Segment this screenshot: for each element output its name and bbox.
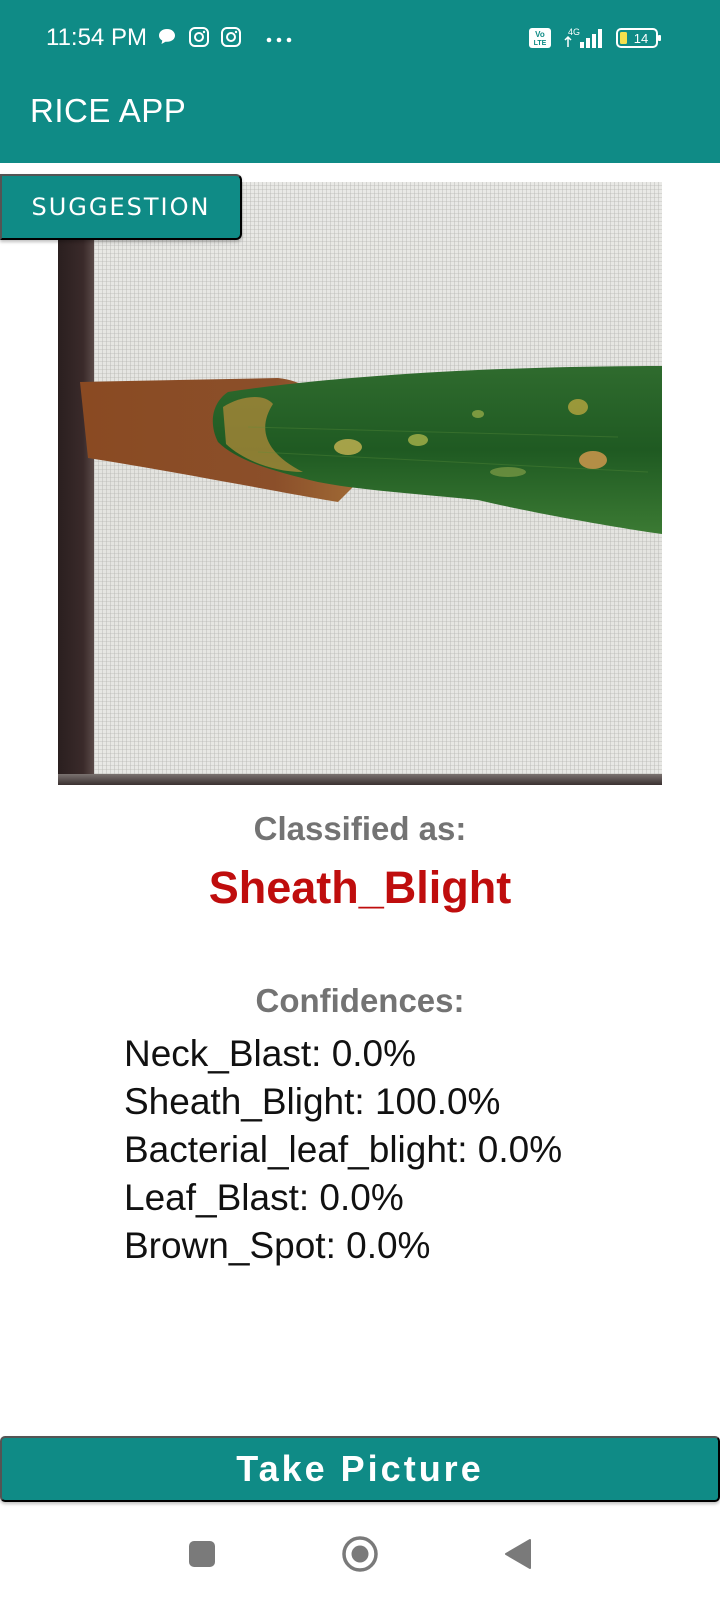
instagram-icon	[188, 26, 210, 53]
top-app-area: 11:54 PM Vo LTE 4G 14 RICE APP	[0, 0, 720, 163]
recents-square-icon[interactable]	[180, 1532, 224, 1576]
svg-text:4G: 4G	[568, 27, 580, 37]
confidence-item-neck-blast: Neck_Blast: 0.0%	[124, 1033, 417, 1074]
classified-label: Classified as:	[253, 810, 467, 847]
back-triangle-icon[interactable]	[496, 1532, 540, 1576]
classification-result: Sheath_Blight	[208, 862, 512, 913]
confidence-item-bacterial-leaf-blight: Bacterial_leaf_blight: 0.0%	[124, 1129, 563, 1170]
home-circle-icon[interactable]	[338, 1532, 382, 1576]
confidence-item-brown-spot: Brown_Spot: 0.0%	[124, 1225, 431, 1266]
confidence-item-leaf-blast: Leaf_Blast: 0.0%	[124, 1177, 404, 1218]
app-title: RICE APP	[30, 92, 187, 129]
svg-text:14: 14	[634, 31, 648, 46]
system-nav-bar	[0, 1508, 720, 1600]
status-time: 11:54 PM	[46, 24, 147, 51]
rice-leaf-illustration	[80, 366, 662, 534]
instagram-icon	[220, 26, 242, 53]
more-dots-icon	[266, 31, 292, 49]
svg-text:Vo: Vo	[535, 30, 545, 39]
confidences-label: Confidences:	[255, 982, 465, 1019]
notification-icons	[156, 26, 292, 53]
confidences-list: Neck_Blast: 0.0% Sheath_Blight: 100.0% B…	[124, 1030, 562, 1270]
volte-icon: Vo LTE	[528, 27, 552, 54]
system-icons: Vo LTE 4G 14	[528, 26, 662, 55]
leaf-photo	[58, 182, 662, 785]
battery-icon: 14	[616, 27, 662, 54]
svg-text:LTE: LTE	[534, 40, 547, 47]
chat-bubble-icon	[156, 26, 178, 53]
take-picture-button[interactable]: Take Picture	[0, 1436, 720, 1502]
4g-signal-icon: 4G	[560, 26, 608, 55]
status-bar: 11:54 PM Vo LTE 4G 14	[0, 0, 720, 80]
suggestion-button[interactable]: SUGGESTION	[0, 174, 242, 240]
confidence-item-sheath-blight: Sheath_Blight: 100.0%	[124, 1081, 501, 1122]
